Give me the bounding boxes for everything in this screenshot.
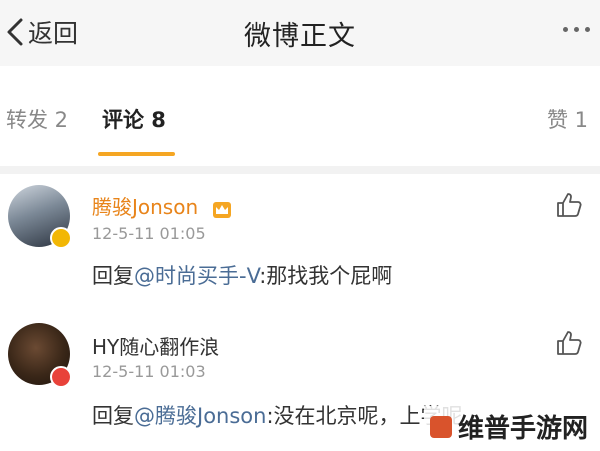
watermark-text: 维普手游网 [457, 414, 588, 444]
tab-comment[interactable]: 评论 8 [102, 104, 166, 134]
thumbs-up-icon[interactable] [554, 328, 584, 358]
watermark: 维普手游网 [423, 406, 594, 447]
verified-badge-icon [50, 227, 72, 249]
mention-link[interactable]: @腾骏Jonson [134, 404, 266, 428]
tab-like[interactable]: 赞 1 [547, 104, 588, 134]
tab-bar: 转发 2 评论 8 赞 1 [0, 66, 600, 166]
reply-prefix: 回复 [92, 264, 134, 288]
more-dots-icon[interactable] [563, 27, 590, 32]
comment-body: :那找我个屁啊 [259, 264, 393, 288]
thumbs-up-icon[interactable] [554, 190, 584, 220]
tab-repost[interactable]: 转发 2 [6, 104, 68, 134]
navigation-bar: 返回 微博正文 [0, 0, 600, 67]
active-tab-indicator [98, 152, 175, 156]
comment-time: 12-5-11 01:05 [92, 224, 206, 243]
username-text: HY随心翻作浪 [92, 335, 220, 359]
mention-link[interactable]: @时尚买手-V [134, 264, 259, 288]
username-text: 腾骏Jonson [92, 195, 199, 219]
member-badge-icon [50, 366, 72, 388]
comment-item: 腾骏Jonson 12-5-11 01:05 回复@时尚买手-V:那找我个屁啊 [0, 174, 600, 314]
reply-prefix: 回复 [92, 404, 134, 428]
comment-text: 回复@腾骏Jonson:没在北京呢，上学呢 [92, 400, 463, 430]
comment-time: 12-5-11 01:03 [92, 362, 206, 381]
page-title: 微博正文 [244, 21, 356, 52]
comment-username[interactable]: 腾骏Jonson [92, 191, 233, 220]
watermark-logo-icon [429, 415, 452, 438]
section-divider [0, 166, 600, 174]
comment-text: 回复@时尚买手-V:那找我个屁啊 [92, 260, 392, 290]
vip-crown-icon [212, 201, 231, 218]
comment-username[interactable]: HY随心翻作浪 [92, 331, 219, 360]
